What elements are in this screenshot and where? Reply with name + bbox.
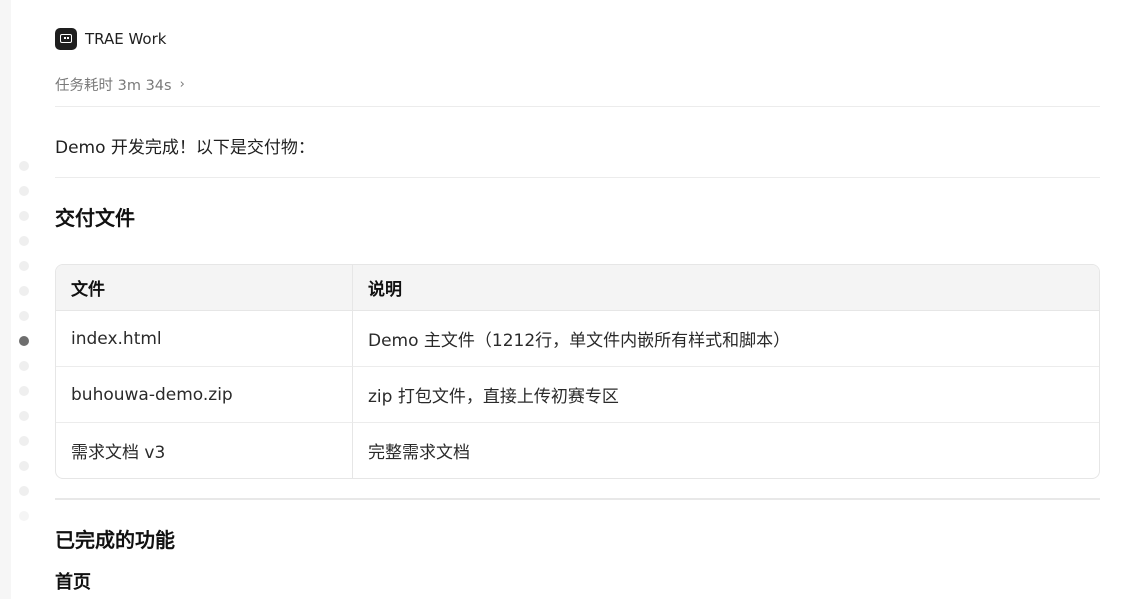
timeline-dot[interactable] [19,186,29,196]
column-header-file: 文件 [56,265,353,311]
table-row: buhouwa-demo.zip zip 打包文件，直接上传初赛专区 [56,367,1099,423]
column-header-description: 说明 [353,265,1099,311]
divider [55,177,1100,178]
features-heading: 已完成的功能 [55,528,175,552]
app-header: TRAE Work [55,28,166,50]
timeline-dot[interactable] [19,486,29,496]
timeline-dot[interactable] [19,461,29,471]
table-row: index.html Demo 主文件（1212行，单文件内嵌所有样式和脚本） [56,311,1099,367]
home-subheading: 首页 [55,572,91,593]
description-cell: Demo 主文件（1212行，单文件内嵌所有样式和脚本） [353,311,1099,367]
timeline-dot[interactable] [19,386,29,396]
intro-text: Demo 开发完成！以下是交付物： [55,138,315,158]
trae-robot-icon [55,28,77,50]
timeline-dot[interactable] [19,361,29,371]
timeline-dot-active[interactable] [19,336,29,346]
timeline-dot[interactable] [19,311,29,321]
table-header-row: 文件 说明 [56,265,1099,311]
table-row: 需求文档 v3 完整需求文档 [56,423,1099,478]
task-duration-toggle[interactable]: 任务耗时 3m 34s › [55,74,185,95]
file-name-cell: index.html [56,311,353,367]
deliverables-table: 文件 说明 index.html Demo 主文件（1212行，单文件内嵌所有样… [55,264,1100,479]
file-name-cell: buhouwa-demo.zip [56,367,353,423]
timeline-dot[interactable] [19,211,29,221]
timeline-dot[interactable] [19,411,29,421]
task-duration-label: 任务耗时 3m 34s [55,78,172,94]
divider [55,498,1100,500]
app-name: TRAE Work [85,30,167,48]
timeline-dot[interactable] [19,236,29,246]
timeline-dot[interactable] [19,261,29,271]
description-cell: 完整需求文档 [368,443,470,463]
divider [55,106,1100,107]
file-name-cell: 需求文档 v3 [56,423,353,478]
timeline-dot[interactable] [19,161,29,171]
timeline-dot[interactable] [19,511,29,521]
chevron-right-icon: › [179,77,185,92]
timeline-nav [19,161,29,536]
timeline-dot[interactable] [19,436,29,446]
left-rail [0,0,11,599]
timeline-dot[interactable] [19,286,29,296]
deliverables-heading: 交付文件 [55,206,135,230]
description-cell: zip 打包文件，直接上传初赛专区 [353,367,1099,423]
